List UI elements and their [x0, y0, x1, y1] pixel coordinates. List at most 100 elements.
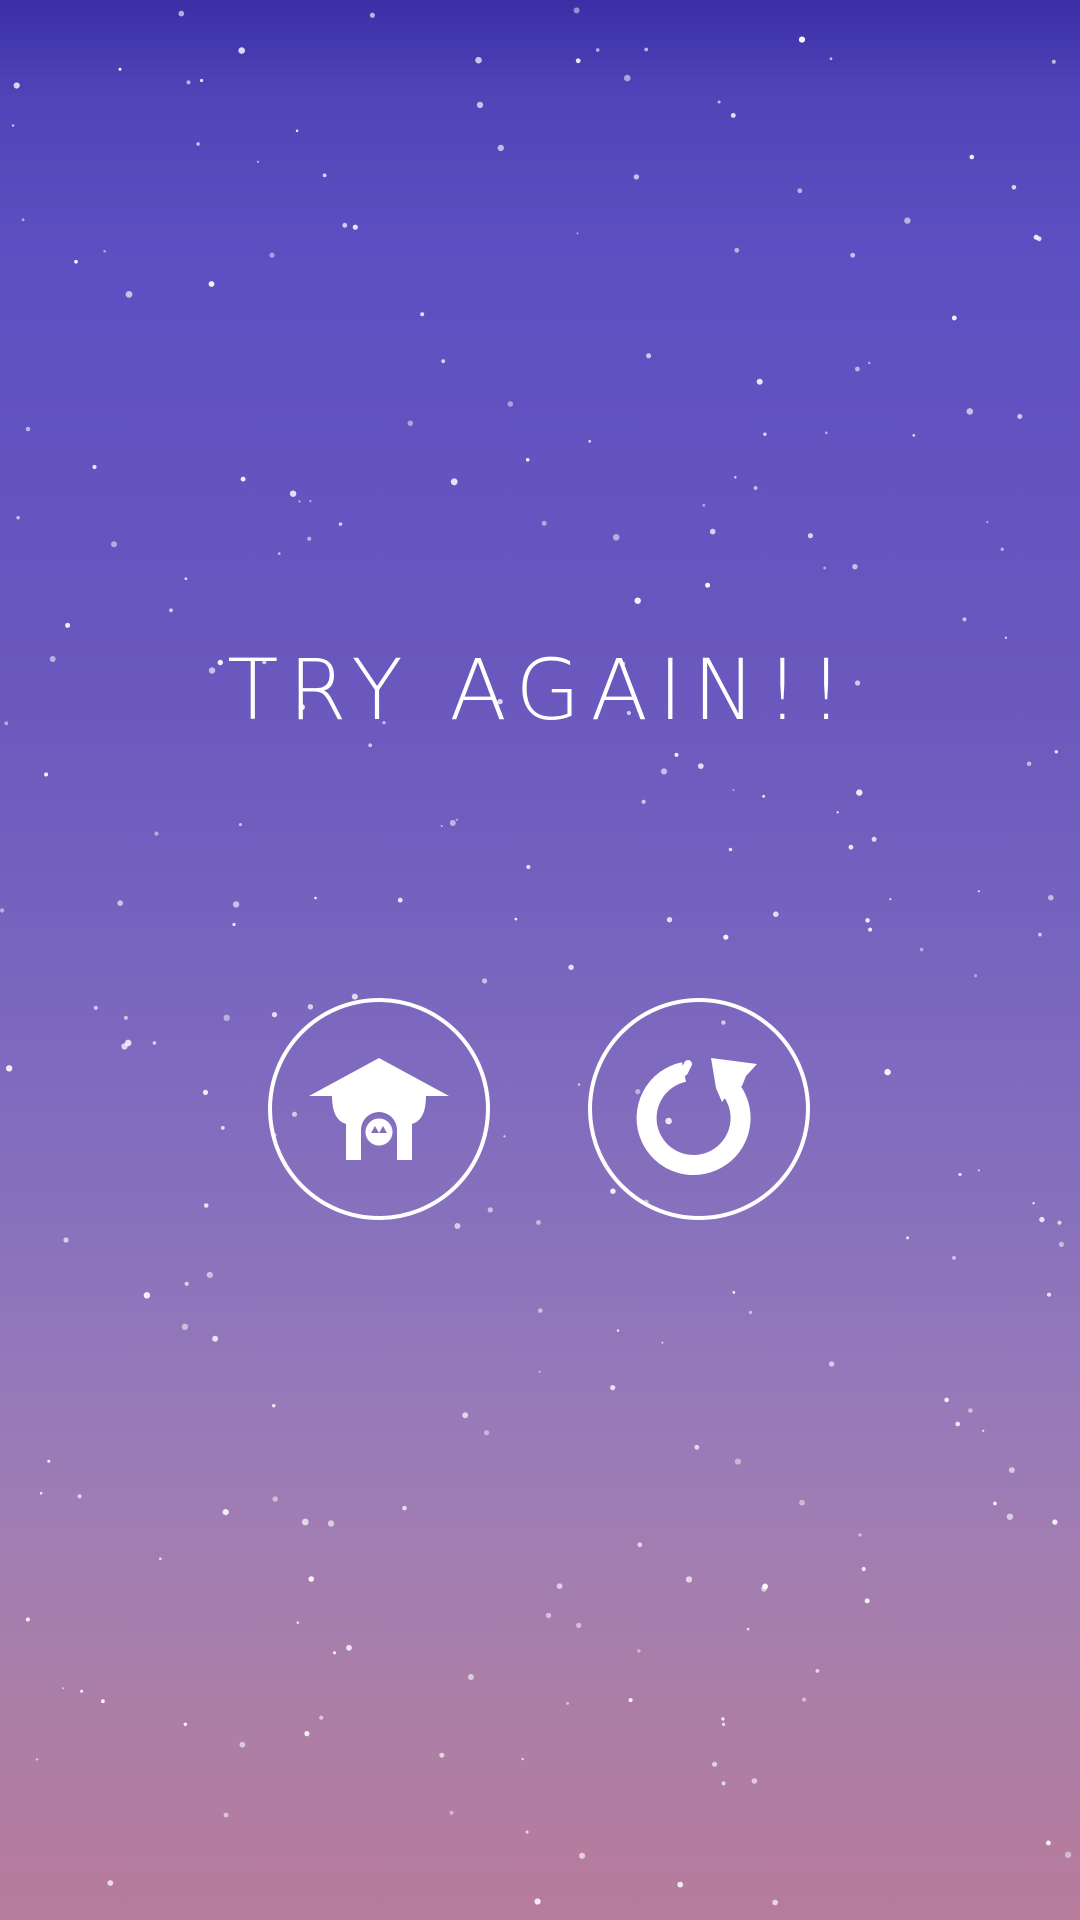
star [538, 1308, 543, 1313]
star [865, 918, 870, 923]
star [705, 582, 711, 588]
star [476, 101, 484, 109]
star [904, 217, 911, 224]
star [65, 622, 71, 628]
retry-button[interactable] [588, 998, 810, 1220]
star [454, 1223, 461, 1229]
star [298, 500, 301, 503]
star [660, 768, 668, 775]
star [332, 1651, 337, 1655]
star [11, 124, 15, 127]
star [836, 811, 839, 814]
star [762, 794, 765, 798]
star [674, 752, 679, 757]
star [797, 188, 803, 194]
star [222, 1509, 229, 1516]
star [301, 1518, 309, 1526]
star [702, 503, 706, 507]
star [152, 1041, 157, 1045]
star [823, 566, 827, 570]
star [125, 291, 133, 298]
star [183, 1722, 187, 1727]
star [969, 154, 975, 160]
star [397, 897, 403, 903]
star [159, 1557, 162, 1561]
star [977, 1169, 980, 1172]
star [685, 1576, 693, 1583]
star [628, 1698, 633, 1703]
star [111, 541, 117, 548]
star [588, 440, 591, 443]
star [633, 174, 640, 180]
star [962, 617, 967, 622]
star [181, 1323, 189, 1331]
star [722, 1722, 726, 1726]
star [449, 1810, 454, 1815]
star [974, 974, 977, 978]
star [661, 1341, 664, 1344]
star [884, 1068, 891, 1076]
star [239, 1741, 246, 1748]
star [223, 1014, 230, 1021]
star [958, 1173, 962, 1176]
star [798, 36, 806, 43]
star [952, 1256, 956, 1260]
star [289, 490, 297, 497]
star [855, 366, 860, 372]
star [871, 836, 877, 842]
star [420, 312, 425, 317]
star [734, 1458, 742, 1465]
starfield-background [0, 7, 1072, 1906]
star [723, 934, 729, 940]
star [63, 1237, 69, 1243]
star [734, 476, 737, 479]
star [475, 56, 482, 64]
star [440, 825, 443, 827]
star [1064, 1851, 1072, 1859]
star [39, 1491, 43, 1495]
home-button[interactable] [268, 998, 490, 1220]
star [861, 1566, 866, 1572]
home-icon [309, 1058, 449, 1160]
star [677, 1881, 684, 1888]
star [314, 896, 317, 900]
star [295, 129, 299, 133]
star [732, 789, 735, 791]
star [1046, 1840, 1051, 1846]
star [1017, 414, 1023, 419]
star [154, 831, 159, 836]
star [634, 597, 641, 604]
star [556, 1583, 563, 1589]
star [74, 259, 78, 264]
star [319, 1715, 324, 1720]
star [595, 48, 600, 52]
star [868, 927, 873, 932]
star [986, 520, 989, 524]
star [369, 12, 375, 18]
star [16, 516, 20, 520]
star [307, 536, 312, 541]
star [748, 1310, 753, 1315]
star [101, 1699, 105, 1704]
star [666, 917, 673, 923]
star [912, 434, 916, 437]
star [536, 1220, 541, 1225]
star [730, 113, 736, 118]
try-again-title: TRY AGAIN!! [227, 641, 853, 739]
star [858, 1533, 862, 1537]
star [616, 1329, 620, 1332]
star [577, 1083, 581, 1086]
star [352, 224, 358, 230]
star [1008, 1467, 1015, 1473]
star [77, 1494, 82, 1499]
star [322, 173, 327, 178]
star [0, 908, 5, 913]
star [721, 1717, 725, 1721]
star [1032, 1202, 1035, 1205]
star [828, 1361, 835, 1367]
star [484, 1430, 490, 1436]
star [21, 218, 25, 222]
star [368, 743, 373, 748]
star [1052, 1519, 1058, 1525]
star [449, 820, 456, 826]
